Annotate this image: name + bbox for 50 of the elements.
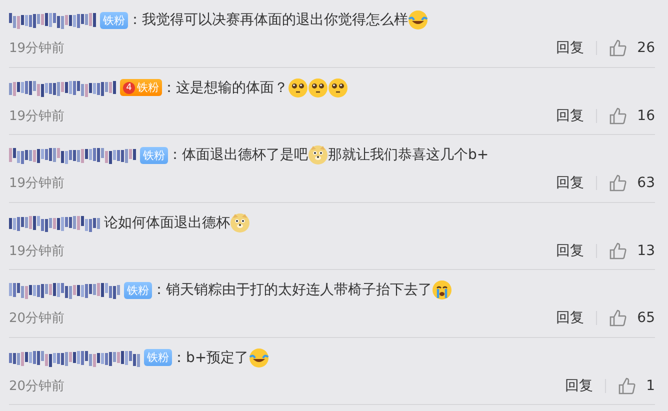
pixelated-username[interactable] <box>9 348 141 366</box>
fan-badge: 铁粉 <box>124 282 152 298</box>
pixelated-username[interactable] <box>9 146 137 164</box>
comment-text: 那就让我们恭喜这几个b+ <box>328 146 489 164</box>
reply-link[interactable]: 回复 <box>556 174 584 192</box>
pixelated-username[interactable] <box>9 11 97 29</box>
comment-text: ：体面退出德杯了是吧 <box>168 146 308 164</box>
laughing-tears-face-icon <box>248 348 269 368</box>
pixelated-username[interactable] <box>9 281 121 299</box>
comment-time: 19分钟前 <box>9 175 65 192</box>
pleading-face-icon <box>328 78 348 98</box>
reply-link[interactable]: 回复 <box>556 39 584 57</box>
laughing-tears-face-icon <box>408 10 428 30</box>
dog-face-icon <box>308 145 328 165</box>
thumbs-up-icon[interactable] <box>609 242 628 260</box>
comment-time: 20分钟前 <box>9 310 65 327</box>
comment-text: ：这是想输的体面？ <box>162 78 288 96</box>
comment-text: ：我觉得可以决赛再体面的退出你觉得怎么样 <box>128 11 408 29</box>
reply-link[interactable]: 回复 <box>556 309 584 327</box>
pleading-face-icon <box>308 78 328 98</box>
comment-text: ：b+预定了 <box>172 348 249 366</box>
like-count: 26 <box>637 40 655 56</box>
pleading-face-icon <box>288 78 308 98</box>
like-count: 16 <box>637 108 655 124</box>
like-count: 13 <box>637 242 655 258</box>
pixelated-username[interactable] <box>9 214 101 232</box>
thumbs-up-icon[interactable] <box>609 106 628 124</box>
like-count: 65 <box>637 310 655 326</box>
dog-face-icon <box>230 212 250 232</box>
thumbs-up-icon[interactable] <box>609 309 628 327</box>
comment-time: 19分钟前 <box>9 108 65 124</box>
fan-badge: 铁粉 <box>140 146 168 164</box>
reply-link[interactable]: 回复 <box>556 242 584 260</box>
comment-text: 论如何体面退出德杯 <box>104 214 230 232</box>
crying-face-icon <box>432 280 452 300</box>
like-count: 1 <box>646 378 655 394</box>
comment-time: 20分钟前 <box>9 378 65 394</box>
like-count: 63 <box>637 175 655 191</box>
fan-badge: 4 铁粉 <box>120 79 162 96</box>
comment-time: 19分钟前 <box>9 242 65 260</box>
reply-link[interactable]: 回复 <box>565 376 594 394</box>
pixelated-username[interactable] <box>9 78 117 96</box>
reply-link[interactable]: 回复 <box>556 106 584 124</box>
fan-badge: 铁粉 <box>100 12 128 28</box>
thumbs-up-icon[interactable] <box>618 376 636 394</box>
comment-text: ：销天销粽由于打的太好连人带椅子抬下去了 <box>152 281 432 299</box>
thumbs-up-icon[interactable] <box>609 39 628 57</box>
fan-badge: 铁粉 <box>144 349 172 366</box>
thumbs-up-icon[interactable] <box>609 174 628 192</box>
comment-time: 19分钟前 <box>9 40 65 57</box>
